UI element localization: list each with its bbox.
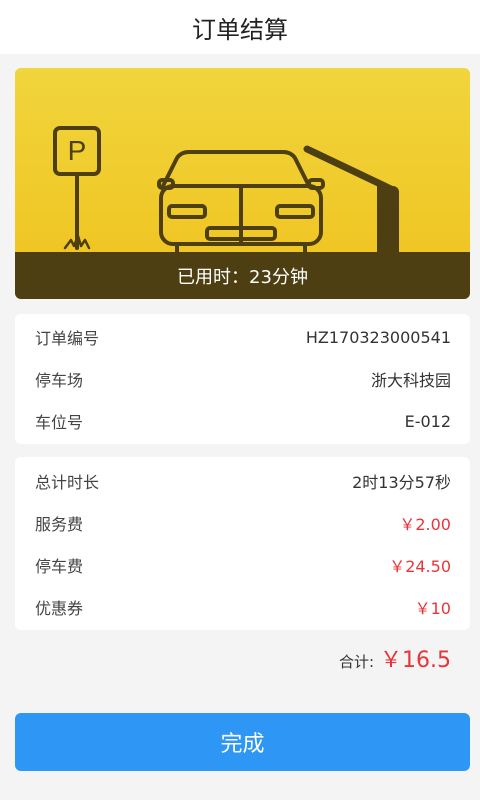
parking-fee-row: 停车费 ￥24.50 <box>15 544 470 586</box>
service-fee-value: ￥2.00 <box>399 515 451 534</box>
service-fee-row: 服务费 ￥2.00 <box>15 502 470 544</box>
space-number-value: E-012 <box>404 411 451 431</box>
service-fee-label: 服务费 <box>35 515 84 534</box>
coupon-value: ￥10 <box>414 599 451 618</box>
car-icon <box>161 150 311 188</box>
done-button[interactable]: 完成 <box>15 713 470 771</box>
order-number-row: 订单编号 HZ170323000541 <box>15 316 470 358</box>
total-duration-row: 总计时长 2时13分57秒 <box>15 460 470 502</box>
order-number-value: HZ170323000541 <box>305 327 451 347</box>
parking-banner: P 已用时：23分钟 <box>15 68 470 299</box>
coupon-label: 优惠券 <box>35 599 84 618</box>
order-info-card: 订单编号 HZ170323000541 停车场 浙大科技园 车位号 E-012 <box>15 314 470 444</box>
coupon-row[interactable]: 优惠券 ￥10 <box>15 586 470 628</box>
space-number-row: 车位号 E-012 <box>15 400 470 442</box>
total-label: 合计: <box>338 653 374 671</box>
page-title: 订单结算 <box>192 15 288 44</box>
fee-info-card: 总计时长 2时13分57秒 服务费 ￥2.00 停车费 ￥24.50 优惠券 ￥… <box>15 457 470 630</box>
total-amount: ￥16.5 <box>380 648 451 673</box>
parking-lot-value: 浙大科技园 <box>370 371 451 390</box>
parking-lot-label: 停车场 <box>35 371 84 390</box>
total-summary: 合计: ￥16.5 <box>339 642 451 674</box>
parking-lot-row: 停车场 浙大科技园 <box>15 358 470 400</box>
space-number-label: 车位号 <box>35 413 84 432</box>
order-number-label: 订单编号 <box>35 329 100 348</box>
used-time-text: 已用时：23分钟 <box>177 266 308 288</box>
gate-barrier-arm <box>303 145 397 194</box>
parking-fee-label: 停车费 <box>35 557 84 576</box>
gate-post-icon <box>377 186 399 252</box>
parking-fee-value: ￥24.50 <box>389 557 451 576</box>
parking-sign-letter: P <box>68 135 87 166</box>
total-duration-value: 2时13分57秒 <box>352 473 451 492</box>
banner-ground: 已用时：23分钟 <box>15 252 470 299</box>
top-bar: 订单结算 <box>0 0 480 54</box>
total-duration-label: 总计时长 <box>35 473 100 492</box>
